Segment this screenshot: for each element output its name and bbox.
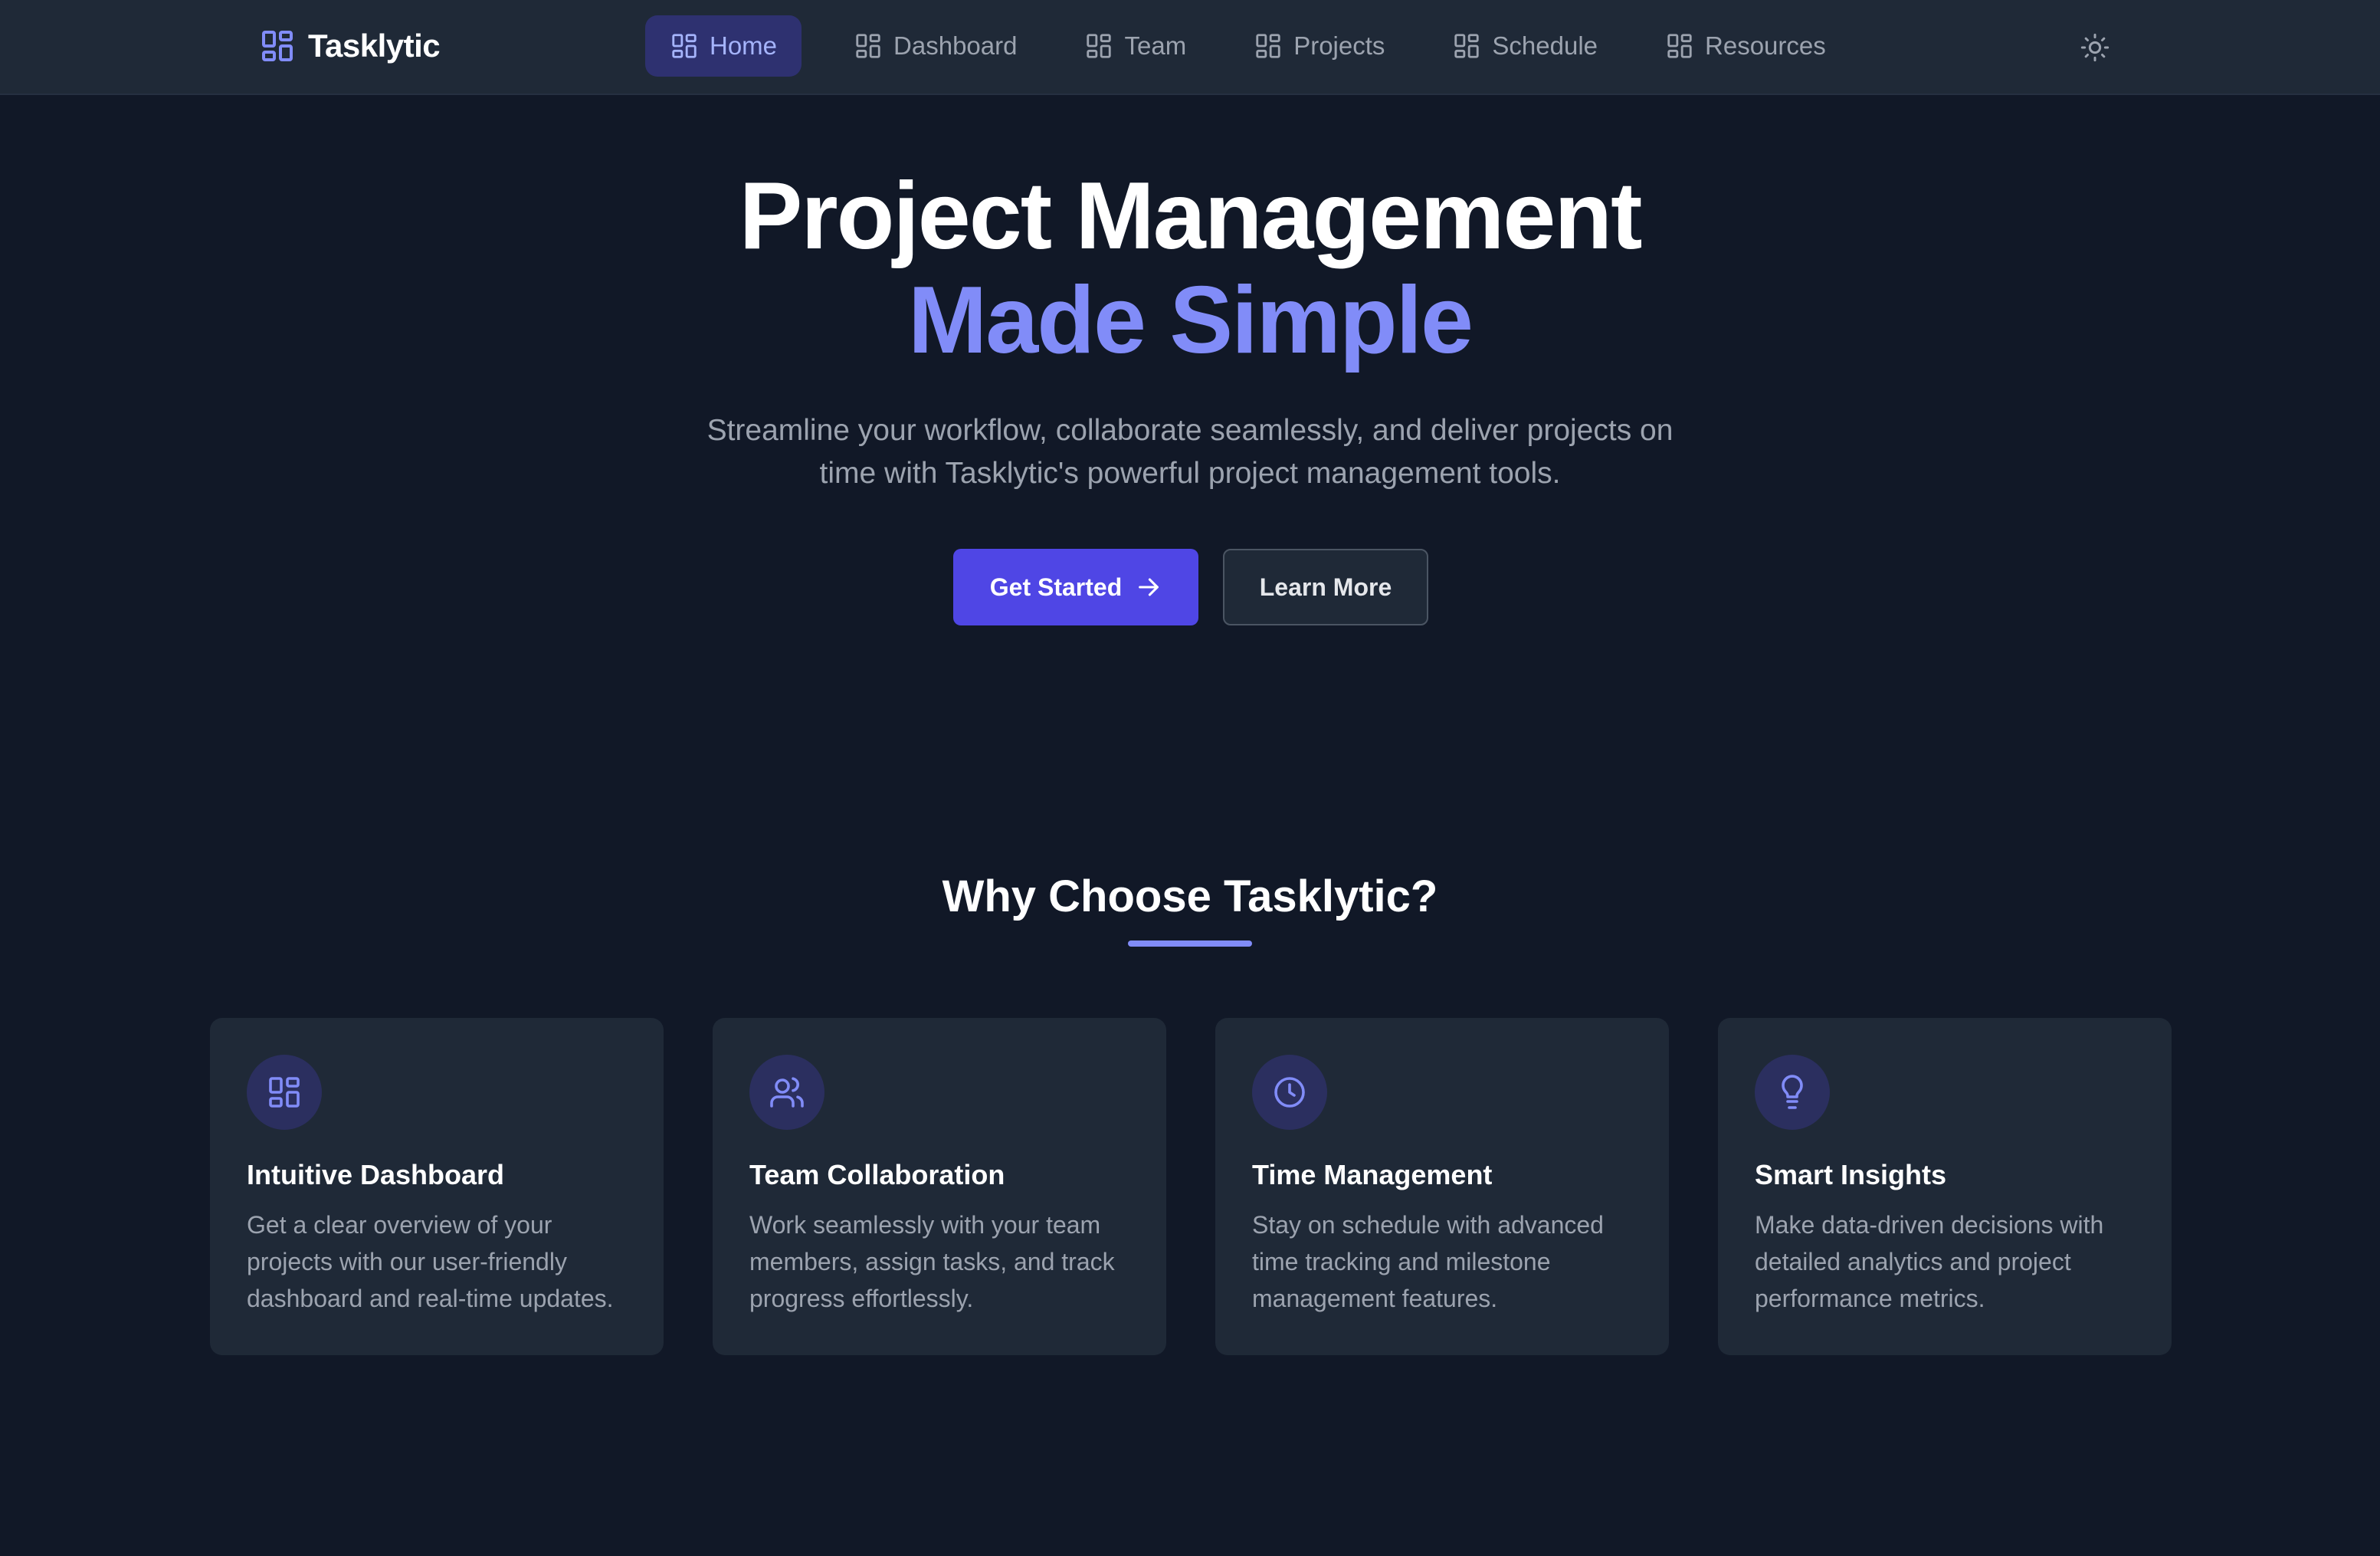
hero-subtitle: Streamline your workflow, collaborate se…	[706, 414, 1674, 490]
layout-grid-icon	[856, 34, 880, 58]
get-started-label: Get Started	[989, 573, 1123, 601]
title-underline	[1128, 940, 1252, 947]
nav-item-label: Team	[1124, 31, 1187, 60]
feature-icon-badge	[1252, 1055, 1327, 1130]
get-started-button[interactable]: Get Started	[953, 549, 1198, 625]
layout-grid-icon	[672, 34, 697, 58]
feature-icon-badge	[1755, 1055, 1830, 1130]
layout-grid-icon	[1667, 34, 1692, 58]
hero-title-line2: Made Simple	[908, 268, 1474, 373]
feature-card-time: Time Management Stay on schedule with ad…	[1215, 1018, 1669, 1355]
layout-grid-icon	[269, 1077, 300, 1108]
feature-card-title: Intuitive Dashboard	[247, 1159, 505, 1190]
feature-card-description: Get a clear overview of your projects wi…	[247, 1211, 614, 1312]
hero-actions: Get Started Learn More	[953, 549, 1428, 625]
hero-title: Project Management Made Simple	[0, 164, 2380, 373]
feature-icon-badge	[247, 1055, 322, 1130]
users-icon	[770, 1077, 804, 1108]
top-navbar: Tasklytic Home Dashboard Team Projects S…	[0, 0, 2380, 95]
nav-item-label: Dashboard	[893, 31, 1018, 60]
feature-card-collaboration: Team Collaboration Work seamlessly with …	[713, 1018, 1166, 1355]
arrow-right-icon	[1139, 578, 1159, 596]
learn-more-label: Learn More	[1259, 573, 1392, 601]
layout-grid-icon	[1087, 34, 1112, 58]
feature-card-title: Time Management	[1252, 1159, 1493, 1190]
features-title: Why Choose Tasklytic?	[942, 872, 1438, 921]
hero-title-line1: Project Management	[739, 163, 1643, 269]
clock-icon	[1274, 1077, 1305, 1108]
feature-card-dashboard: Intuitive Dashboard Get a clear overview…	[210, 1018, 664, 1355]
nav-item-label: Home	[710, 31, 778, 60]
hero-section: Project Management Made Simple Streamlin…	[0, 164, 2380, 495]
feature-card-title: Smart Insights	[1755, 1159, 1947, 1190]
feature-card-description: Make data-driven decisions with detailed…	[1755, 1211, 2104, 1312]
brand[interactable]: Tasklytic	[259, 28, 441, 64]
learn-more-button[interactable]: Learn More	[1223, 549, 1428, 625]
nav-item-home[interactable]: Home	[645, 15, 802, 77]
layout-grid-icon	[1454, 34, 1480, 58]
feature-card-description: Work seamlessly with your team members, …	[749, 1211, 1115, 1312]
nav-item-label: Resources	[1705, 31, 1826, 60]
nav-item-team[interactable]: Team	[1060, 15, 1211, 77]
lightbulb-icon	[1782, 1075, 1803, 1109]
theme-toggle-button[interactable]	[2077, 29, 2113, 66]
feature-card-insights: Smart Insights Make data-driven decision…	[1718, 1018, 2172, 1355]
feature-card-title: Team Collaboration	[749, 1159, 1005, 1190]
layout-grid-icon	[1256, 34, 1280, 58]
sun-icon	[2080, 33, 2110, 62]
feature-card-description: Stay on schedule with advanced time trac…	[1252, 1211, 1604, 1312]
nav-item-dashboard[interactable]: Dashboard	[829, 15, 1041, 77]
layout-grid-icon	[262, 31, 293, 61]
nav-item-schedule[interactable]: Schedule	[1428, 15, 1622, 77]
brand-name: Tasklytic	[308, 28, 441, 64]
main-nav: Home Dashboard Team Projects Schedule Re…	[645, 15, 1852, 77]
nav-item-resources[interactable]: Resources	[1641, 15, 1851, 77]
feature-cards: Intuitive Dashboard Get a clear overview…	[210, 1018, 2172, 1355]
features-header: Why Choose Tasklytic?	[0, 871, 2380, 947]
nav-item-projects[interactable]: Projects	[1229, 15, 1409, 77]
nav-item-label: Schedule	[1492, 31, 1598, 60]
feature-icon-badge	[749, 1055, 824, 1130]
nav-item-label: Projects	[1293, 31, 1385, 60]
